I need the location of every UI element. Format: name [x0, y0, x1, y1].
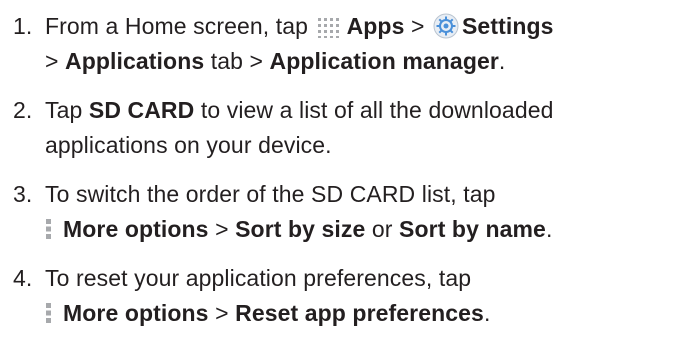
sd-card-label: SD CARD: [88, 97, 195, 123]
apps-grid-icon: [317, 15, 343, 38]
instruction-list: 1. From a Home screen, tap Apps > Settin…: [0, 0, 683, 350]
step-4-line-2: More options > Reset app preferences.: [45, 297, 490, 330]
step-text: or: [365, 216, 400, 242]
apps-label: Apps: [346, 13, 405, 39]
step-text: .: [498, 48, 506, 74]
step-text: >: [208, 216, 236, 242]
step-number: 2.: [13, 97, 33, 123]
step-text: To switch the order of the SD CARD list,…: [45, 181, 496, 207]
reset-app-preferences-label: Reset app preferences: [235, 300, 484, 326]
step-2-line-1: Tap SD CARD to view a list of all the do…: [45, 94, 554, 127]
step-text: applications on your device.: [45, 132, 332, 158]
step-text: .: [545, 216, 553, 242]
more-options-icon: [45, 217, 53, 241]
step-3-line-1: To switch the order of the SD CARD list,…: [45, 178, 496, 211]
sort-by-size-label: Sort by size: [235, 216, 366, 242]
step-number: 1.: [13, 13, 33, 39]
more-options-icon: [45, 301, 53, 325]
applications-tab-label: Applications: [65, 48, 205, 74]
step-text: Tap: [45, 97, 89, 123]
step-text: .: [483, 300, 491, 326]
step-number: 4.: [13, 265, 33, 291]
step-1-line-2: > Applications tab > Application manager…: [45, 45, 505, 78]
application-manager-label: Application manager: [269, 48, 499, 74]
step-text: to view a list of all the downloaded: [194, 97, 554, 123]
step-text: From a Home screen, tap: [45, 13, 315, 39]
step-text: tab >: [204, 48, 270, 74]
step-text: >: [208, 300, 236, 326]
more-options-label: More options: [63, 300, 209, 326]
sort-by-name-label: Sort by name: [399, 216, 546, 242]
more-options-label: More options: [63, 216, 209, 242]
step-number: 3.: [13, 181, 33, 207]
step-1-line-1: From a Home screen, tap Apps > Settings: [45, 10, 554, 43]
step-text: >: [404, 13, 431, 39]
step-2-line-2: applications on your device.: [45, 129, 332, 162]
settings-label: Settings: [461, 13, 554, 39]
step-text: To reset your application preferences, t…: [45, 265, 472, 291]
step-3-line-2: More options > Sort by size or Sort by n…: [45, 213, 552, 246]
settings-gear-icon: [433, 13, 459, 39]
step-4-line-1: To reset your application preferences, t…: [45, 262, 471, 295]
step-text: >: [45, 48, 66, 74]
